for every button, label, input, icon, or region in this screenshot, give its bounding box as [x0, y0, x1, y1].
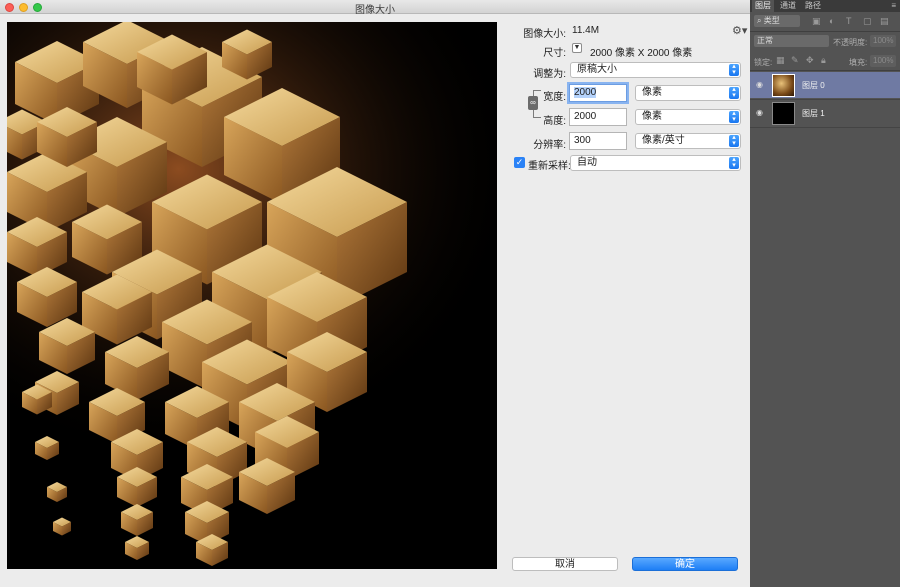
- width-unit-select[interactable]: 像素 ▴ ▾: [635, 85, 741, 101]
- lock-position-icon[interactable]: ✥: [806, 55, 814, 66]
- fit-to-label: 调整为:: [533, 69, 566, 80]
- layer-row-1[interactable]: ◉ 图层 1: [750, 100, 900, 126]
- adjustment-filter-icon[interactable]: ◐: [829, 16, 834, 26]
- dialog-title: 图像大小: [355, 5, 395, 16]
- image-size-value: 11.4M: [572, 25, 600, 36]
- layer-name: 图层 0: [802, 81, 825, 90]
- chevron-updown-icon: ▴ ▾: [729, 134, 739, 147]
- resolution-value: 300: [574, 135, 591, 146]
- shape-filter-icon[interactable]: ▢: [863, 16, 872, 27]
- blend-mode-value: 正常: [757, 36, 773, 45]
- chevron-updown-icon: ▴ ▾: [729, 156, 739, 169]
- image-size-dialog: 图像大小 图像大小: 11.4M ⚙▾ 尺寸: ▼ 2000 像素 X 2000…: [0, 0, 750, 587]
- height-unit-value: 像素: [642, 111, 662, 122]
- fill-label: 填充:: [849, 58, 868, 67]
- width-label: 宽度:: [543, 92, 566, 103]
- gear-icon[interactable]: ⚙▾: [732, 24, 747, 37]
- layer-thumbnail: [772, 74, 795, 97]
- dialog-titlebar: 图像大小: [0, 0, 750, 16]
- layer-filter-value: 类型: [763, 16, 780, 25]
- lock-image-icon[interactable]: ✎: [791, 55, 799, 66]
- width-field[interactable]: 2000: [569, 84, 627, 102]
- resample-select[interactable]: 自动 ▴ ▾: [570, 155, 741, 171]
- layer-filter-select[interactable]: ⌕ 类型: [754, 15, 800, 27]
- opacity-field[interactable]: 100%: [870, 35, 896, 47]
- cancel-button[interactable]: 取消: [512, 557, 618, 571]
- dimensions-menu-icon[interactable]: ▼: [572, 43, 582, 53]
- layer-row-0[interactable]: ◉ 图层 0: [750, 72, 900, 98]
- resolution-unit-select[interactable]: 像素/英寸 ▴ ▾: [635, 133, 741, 149]
- resample-label: 重新采样:: [528, 161, 571, 172]
- width-unit-value: 像素: [642, 87, 662, 98]
- width-value: 2000: [574, 87, 597, 98]
- resample-checkbox[interactable]: ✓: [514, 157, 525, 168]
- dimensions-value: 2000 像素 X 2000 像素: [590, 48, 693, 59]
- tab-paths[interactable]: 路径: [802, 0, 824, 12]
- chevron-updown-icon: ▴ ▾: [729, 110, 739, 123]
- type-filter-icon[interactable]: T: [846, 16, 852, 26]
- fit-to-value: 原稿大小: [577, 64, 617, 75]
- resample-value: 自动: [577, 157, 597, 168]
- image-size-label: 图像大小:: [523, 29, 566, 40]
- layer-name: 图层 1: [802, 109, 825, 118]
- chevron-updown-icon: ▴ ▾: [729, 86, 739, 99]
- opacity-label: 不透明度:: [833, 38, 868, 47]
- dimensions-label: 尺寸:: [543, 48, 566, 59]
- panel-divider: [750, 31, 900, 32]
- resolution-field[interactable]: 300: [569, 132, 627, 150]
- panel-menu-icon[interactable]: ≡: [891, 1, 896, 10]
- image-filter-icon[interactable]: ▣: [812, 16, 821, 27]
- lock-label: 锁定:: [754, 58, 773, 67]
- search-icon: ⌕: [757, 16, 762, 25]
- layer-thumbnail: [772, 102, 795, 125]
- layer-divider: [750, 127, 900, 128]
- lock-all-icon[interactable]: 🔒︎: [821, 55, 826, 66]
- fit-to-select[interactable]: 原稿大小 ▴ ▾: [570, 62, 741, 78]
- fill-field[interactable]: 100%: [870, 55, 896, 67]
- height-value: 2000: [574, 111, 597, 122]
- height-unit-select[interactable]: 像素 ▴ ▾: [635, 109, 741, 125]
- tab-layers[interactable]: 图层: [752, 0, 774, 12]
- panel-tabs: 图层 通道 路径 ≡: [750, 0, 900, 12]
- lock-transparent-icon[interactable]: ▦: [776, 55, 785, 66]
- chevron-updown-icon: ▴ ▾: [729, 63, 739, 76]
- ok-button[interactable]: 确定: [632, 557, 738, 571]
- resolution-label: 分辨率:: [533, 140, 566, 151]
- smart-object-filter-icon[interactable]: ▤: [880, 16, 889, 27]
- resolution-unit-value: 像素/英寸: [642, 135, 685, 146]
- height-field[interactable]: 2000: [569, 108, 627, 126]
- blend-mode-select[interactable]: 正常: [754, 35, 829, 47]
- tab-channels[interactable]: 通道: [777, 0, 799, 12]
- eye-icon[interactable]: ◉: [756, 80, 763, 89]
- height-label: 高度:: [543, 116, 566, 127]
- eye-icon[interactable]: ◉: [756, 108, 763, 117]
- cubes-artwork: [7, 22, 497, 569]
- image-preview[interactable]: [7, 22, 497, 569]
- panel-divider: [750, 70, 900, 71]
